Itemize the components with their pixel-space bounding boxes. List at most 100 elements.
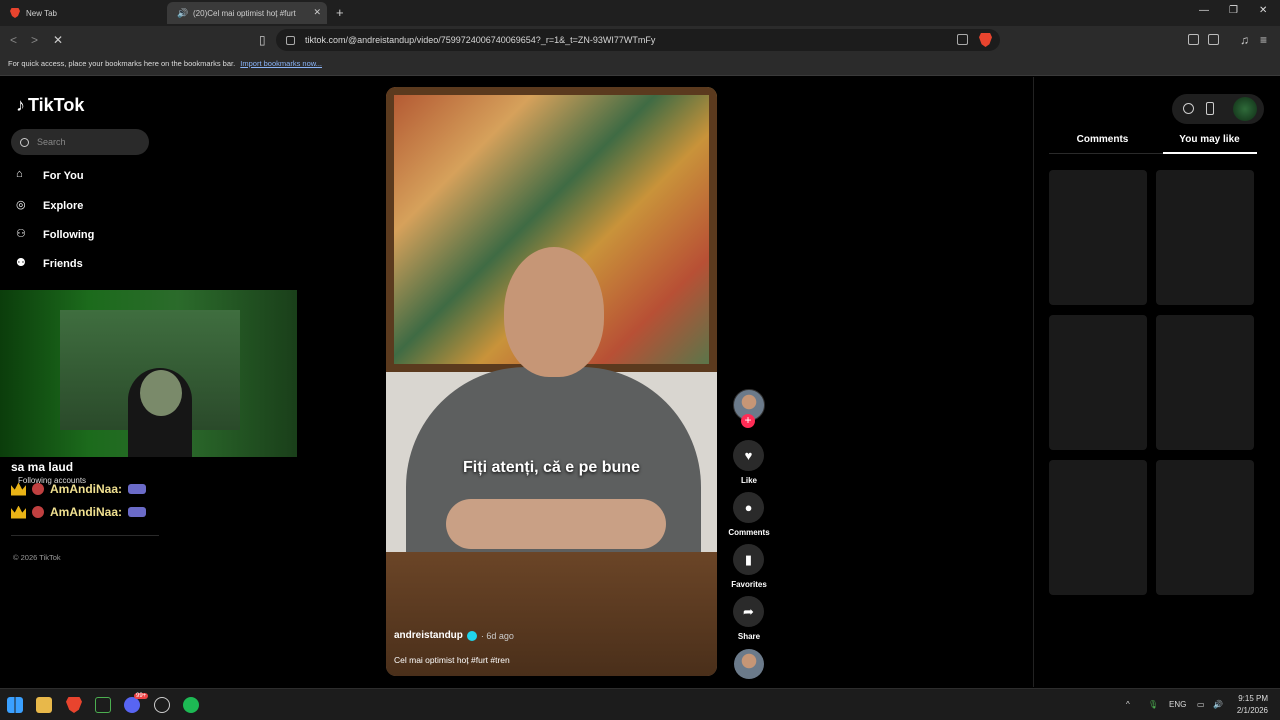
sidebar-divider xyxy=(11,535,159,536)
clock-time: 9:15 PM xyxy=(1238,694,1268,703)
heart-icon: ♥ xyxy=(744,448,753,463)
spotify-icon[interactable] xyxy=(183,697,199,713)
nav-label: Explore xyxy=(43,200,84,212)
sidebar-icon[interactable] xyxy=(1208,34,1219,45)
phone-icon[interactable] xyxy=(1206,102,1214,115)
tab-new-tab[interactable]: New Tab xyxy=(0,2,165,24)
friends-icon: ⚉ xyxy=(16,257,26,269)
video-person-head xyxy=(504,247,604,377)
comments-button[interactable]: ● xyxy=(733,492,764,523)
share-arrow-icon: ➦ xyxy=(743,603,754,619)
like-label: Like xyxy=(740,476,757,485)
verified-icon xyxy=(466,630,477,641)
profile-avatar[interactable] xyxy=(1233,97,1257,121)
user-badge-icon xyxy=(32,483,44,495)
logo-text: TikTok xyxy=(28,95,85,115)
brave-icon xyxy=(10,8,20,18)
recommended-video-placeholder[interactable] xyxy=(1049,315,1147,450)
brave-shields-icon[interactable] xyxy=(979,33,992,47)
active-tab-indicator xyxy=(1163,152,1257,154)
search-input[interactable]: Search xyxy=(11,129,149,155)
share-icon[interactable] xyxy=(957,34,968,45)
recommended-video-placeholder[interactable] xyxy=(1156,315,1254,450)
nav-explore[interactable]: ◎ Explore xyxy=(16,198,83,214)
forward-icon[interactable]: > xyxy=(31,33,38,47)
compass-icon: ◎ xyxy=(16,199,26,211)
extensions-icon[interactable] xyxy=(1188,34,1199,45)
tab-you-may-like[interactable]: You may like xyxy=(1156,134,1263,145)
explore-icon[interactable] xyxy=(1183,103,1194,114)
close-tab-icon[interactable]: ✕ xyxy=(313,7,321,18)
file-explorer-icon[interactable] xyxy=(36,697,52,713)
video-subtitle: Fiți atenți, că e pe bune xyxy=(463,459,640,476)
recommended-video-placeholder[interactable] xyxy=(1156,170,1254,305)
video-time: · 6d ago xyxy=(480,630,514,641)
discord-icon[interactable] xyxy=(124,697,140,713)
crown-badge-icon xyxy=(11,505,26,519)
media-icon[interactable]: ♫ xyxy=(1240,33,1249,47)
crown-badge-icon xyxy=(11,482,26,496)
favorites-button[interactable]: ▮ xyxy=(733,544,764,575)
obs-icon[interactable] xyxy=(154,697,170,713)
maximize-icon[interactable]: ❐ xyxy=(1229,5,1238,16)
chat-username: AmAndiNaa: xyxy=(50,505,123,519)
bookmarks-bar: For quick access, place your bookmarks h… xyxy=(0,54,1280,76)
address-bar[interactable]: tiktok.com/@andreistandup/video/75997240… xyxy=(276,29,1000,51)
video-caption[interactable]: Cel mai optimist hoț #furt #tren xyxy=(394,655,510,665)
brave-browser-icon[interactable] xyxy=(66,697,82,713)
sound-avatar[interactable] xyxy=(734,649,764,679)
author-name[interactable]: andreistandup xyxy=(394,630,463,641)
minimize-icon[interactable]: — xyxy=(1199,5,1209,16)
stop-loading-icon[interactable]: ✕ xyxy=(53,33,63,47)
network-icon[interactable]: ▭ xyxy=(1197,700,1205,709)
search-placeholder: Search xyxy=(37,137,66,147)
user-follow-icon: ⚇ xyxy=(16,228,26,240)
windows-start-icon[interactable] xyxy=(7,697,23,713)
video-person-arms xyxy=(446,499,666,549)
share-button[interactable]: ➦ xyxy=(733,596,764,627)
tiktok-logo[interactable]: ♪ TikTok xyxy=(16,95,84,116)
discord-badge: 99+ xyxy=(134,693,149,699)
windows-taskbar: 99+ ^ 🎙 ENG ▭ 🔊 9:15 PM 2/1/2026 xyxy=(0,688,1280,720)
system-clock[interactable]: 9:15 PM 2/1/2026 xyxy=(1222,693,1268,717)
webcam-overlay xyxy=(0,290,297,457)
tiktok-page: ♪ TikTok Search ⌂ For You ◎ Explore ⚇ Fo… xyxy=(0,77,1280,687)
webcam-person-head xyxy=(140,370,182,416)
url-text[interactable]: tiktok.com/@andreistandup/video/75997240… xyxy=(305,35,655,45)
tiktok-note-icon: ♪ xyxy=(16,95,25,115)
tab-tiktok-video[interactable]: 🔊 (20)Cel mai optimist hoț #furt ✕ xyxy=(167,2,327,24)
browser-toolbar: < > ✕ ▯ tiktok.com/@andreistandup/video/… xyxy=(0,26,1280,54)
terminal-icon[interactable] xyxy=(95,697,111,713)
recommended-video-placeholder[interactable] xyxy=(1049,460,1147,595)
right-toolbar xyxy=(1172,94,1264,124)
nav-following[interactable]: ⚇ Following xyxy=(16,227,94,243)
speaker-icon: 🔊 xyxy=(177,8,189,18)
video-player[interactable]: Fiți atenți, că e pe bune andreistandup … xyxy=(386,87,717,676)
nav-friends[interactable]: ⚉ Friends xyxy=(16,256,83,272)
video-author[interactable]: andreistandup · 6d ago xyxy=(394,630,514,641)
bookmarks-message: For quick access, place your bookmarks h… xyxy=(8,59,236,68)
import-bookmarks-link[interactable]: Import bookmarks now... xyxy=(240,59,322,68)
nav-for-you[interactable]: ⌂ For You xyxy=(16,168,84,184)
language-indicator[interactable]: ENG xyxy=(1169,700,1186,709)
bookmark-icon[interactable]: ▯ xyxy=(259,33,266,47)
home-icon: ⌂ xyxy=(16,168,23,180)
tab-comments[interactable]: Comments xyxy=(1049,134,1156,145)
browser-tab-strip: New Tab 🔊 (20)Cel mai optimist hoț #furt… xyxy=(0,0,1280,26)
new-tab-button[interactable]: + xyxy=(336,5,344,20)
recommended-video-placeholder[interactable] xyxy=(1049,170,1147,305)
search-icon xyxy=(20,137,29,147)
show-hidden-icons[interactable]: ^ xyxy=(1126,700,1130,709)
menu-icon[interactable]: ≡ xyxy=(1260,33,1267,47)
follow-plus-icon[interactable]: + xyxy=(741,414,755,428)
back-icon[interactable]: < xyxy=(10,33,17,47)
close-window-icon[interactable]: ✕ xyxy=(1259,5,1267,16)
chat-row: AmAndiNaa: xyxy=(11,482,147,496)
recommended-video-placeholder[interactable] xyxy=(1156,460,1254,595)
site-info-icon[interactable] xyxy=(286,35,295,45)
like-button[interactable]: ♥ xyxy=(733,440,764,471)
emote-icon xyxy=(128,484,147,494)
tab-title: New Tab xyxy=(26,8,57,18)
copyright-text: © 2026 TikTok xyxy=(13,553,61,562)
microphone-icon[interactable]: 🎙 xyxy=(1148,700,1158,709)
